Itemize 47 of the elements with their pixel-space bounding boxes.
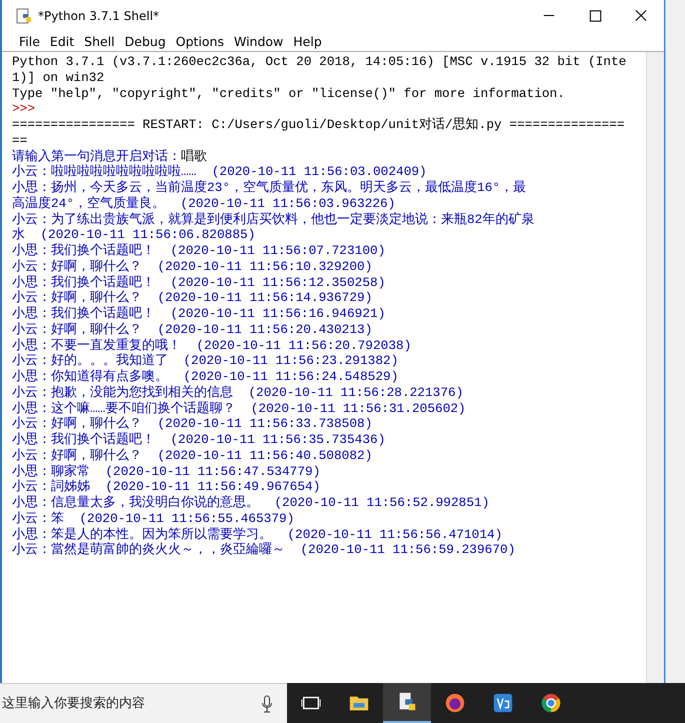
python-icon — [16, 8, 32, 24]
output-line: 请输入第一句消息开启对话： — [12, 148, 181, 164]
menu-item[interactable]: Edit — [44, 34, 80, 48]
menu-item[interactable]: Debug — [120, 34, 171, 48]
output-line: 小云：好啊，聊什么？ (2020-10-11 11:56:33.738508) — [12, 416, 372, 432]
output-line: 小思：信息量太多，我没明白你说的意思。 (2020-10-11 11:56:52.992851) — [12, 495, 490, 510]
output-line: 小云：好啊，聊什么？ (2020-10-11 11:56:40.508082) — [12, 448, 372, 463]
output-line: 小云：笨 (2020-10-11 11:56:55.465379) — [12, 510, 294, 526]
output-line: 小云：詞姊姊 (2020-10-11 11:56:49.967654) — [12, 479, 320, 494]
output-line: Type "help", "copyright", "credits" or "license()" for more information. — [12, 86, 565, 100]
output-line: 小思：聊家常 (2020-10-11 11:56:47.534779) — [12, 464, 320, 478]
menu-item[interactable]: Help — [288, 34, 327, 48]
output-line: 小思：不要一直发重复的哦！ (2020-10-11 11:56:20.792038) — [12, 338, 412, 352]
output-line: 高温度24°，空气质量良。 (2020-10-11 11:56:03.963226) — [12, 196, 396, 211]
output-line: 小思：我们换个话题吧！ (2020-10-11 11:56:12.350258) — [12, 274, 386, 290]
output-line: 小云：好的。。。我知道了 (2020-10-11 11:56:23.291382) — [12, 353, 398, 368]
output-line: 小云：啦啦啦啦啦啦啦啦啦啦…… (2020-10-11 11:56:03.002409) — [12, 164, 427, 180]
menu-item[interactable]: File — [14, 34, 45, 48]
output-line: 小思：笨是人的本性。因为笨所以需要学习。 (2020-10-11 11:56:56.471014) — [12, 526, 502, 542]
python-icon[interactable] — [383, 683, 431, 723]
window-title: *Python 3.7.1 Shell* — [38, 8, 160, 22]
output-line: ================ RESTART: C:/Users/guoli/Desktop/unit对话/思知.py =============== — [12, 117, 625, 132]
output-line: 水 (2020-10-11 11:56:06.820885) — [12, 227, 256, 242]
output-line: 小思：你知道得有点多噢。 (2020-10-11 11:56:24.548529) — [12, 369, 398, 384]
menu-item[interactable]: Options — [170, 34, 229, 48]
output-line: 小思：这个嘛……要不咱们换个话题聊？ (2020-10-11 11:56:31.205602) — [12, 400, 466, 416]
output-line: 小思：我们换个话题吧！ (2020-10-11 11:56:35.735436) — [12, 432, 386, 447]
output-line: 小云：好啊，聊什么？ (2020-10-11 11:56:20.430213) — [12, 322, 372, 337]
search-box[interactable]: 这里输入你要搜索的内容 — [0, 683, 287, 723]
microphone-icon[interactable] — [261, 694, 273, 712]
output-line: 小思：我们换个话题吧！ (2020-10-11 11:56:16.946921) — [12, 306, 386, 321]
output-line: 小思：扬州，今天多云，当前温度23°，空气质量优，东风。明天多云，最低温度16°，最 — [12, 180, 526, 195]
output-line: 小云：为了练出贵族气派，就算是到便利店买饮料，他也一定要淡定地说：来瓶82年的矿泉 — [12, 212, 534, 226]
search-field[interactable]: 这里输入你要搜索的内容 — [0, 695, 261, 712]
output-line: == — [12, 132, 28, 148]
menu-item[interactable]: Shell — [79, 34, 120, 48]
output-line: 1)] on win32 — [12, 70, 104, 85]
output-line: >>> — [12, 101, 36, 116]
output-line: Python 3.7.1 (v3.7.1:260ec2c36a, Oct 20 2018, 14:05:16) [MSC v.1915 32 bit (Inte — [12, 54, 626, 69]
output-line: 小云：好啊，聊什么？ (2020-10-11 11:56:14.936729) — [12, 290, 372, 306]
input-text: 唱歌 — [181, 148, 207, 164]
menu-item[interactable]: Window — [228, 34, 288, 48]
output-line: 小云：當然是萌富帥的炎火火～，，炎亞綸囉～ (2020-10-11 11:56:59.239670) — [12, 542, 516, 558]
scrollbar[interactable] — [646, 52, 664, 683]
output-line: 小云：抱歉，没能为您找到相关的信息 (2020-10-11 11:56:28.221376) — [12, 384, 464, 400]
output-line: 小云：好啊，聊什么？ (2020-10-11 11:56:10.329200) — [12, 258, 372, 274]
output-line: 小思：我们换个话题吧！ (2020-10-11 11:56:07.723100) — [12, 243, 386, 258]
